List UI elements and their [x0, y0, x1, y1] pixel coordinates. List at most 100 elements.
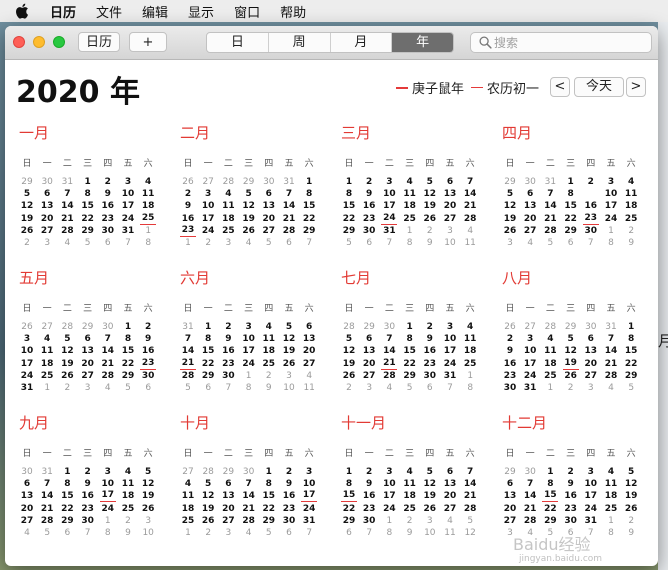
day-cell[interactable]: 27	[522, 225, 538, 237]
day-cell[interactable]: 17	[603, 200, 619, 212]
day-cell[interactable]: 19	[562, 358, 579, 370]
day-cell[interactable]: 27	[583, 370, 599, 382]
day-cell[interactable]: 2	[80, 466, 96, 478]
menu-help[interactable]: 帮助	[280, 2, 306, 21]
day-cell[interactable]: 1	[402, 321, 418, 333]
day-cell[interactable]: 27	[19, 515, 35, 527]
day-cell[interactable]: 15	[623, 345, 639, 357]
day-cell[interactable]: 26	[563, 370, 579, 382]
day-cell-adjacent[interactable]: 5	[341, 237, 357, 249]
day-cell[interactable]: 30	[563, 515, 579, 527]
day-cell[interactable]: 9	[563, 478, 579, 490]
day-cell[interactable]: 9	[140, 333, 156, 345]
day-cell[interactable]: 7	[180, 333, 196, 345]
day-cell[interactable]: 7	[603, 333, 619, 345]
day-cell[interactable]: 30	[220, 370, 236, 382]
day-cell[interactable]: 10	[603, 188, 619, 200]
day-cell[interactable]: 30	[502, 382, 518, 394]
day-cell[interactable]: 7	[381, 333, 397, 345]
day-cell[interactable]: 28	[462, 213, 478, 225]
day-cell[interactable]: 6	[19, 478, 35, 490]
day-cell-adjacent[interactable]: 12	[462, 527, 478, 539]
day-cell-adjacent[interactable]: 1	[241, 370, 257, 382]
day-cell[interactable]: 3	[301, 466, 317, 478]
day-cell-adjacent[interactable]: 7	[442, 382, 458, 394]
day-cell[interactable]: 18	[462, 345, 478, 357]
day-cell[interactable]: 17	[99, 490, 116, 503]
day-cell-adjacent[interactable]: 27	[39, 321, 55, 333]
day-cell[interactable]: 28	[603, 370, 619, 382]
day-cell[interactable]: 22	[200, 358, 216, 370]
day-cell-adjacent[interactable]: 5	[462, 515, 478, 527]
day-cell[interactable]: 31	[19, 382, 35, 394]
day-cell[interactable]: 18	[180, 503, 196, 515]
day-cell[interactable]: 24	[100, 503, 116, 515]
month-title[interactable]: 三月	[341, 122, 371, 143]
day-cell[interactable]: 22	[542, 503, 558, 515]
day-cell[interactable]: 13	[301, 333, 317, 345]
day-cell[interactable]: 5	[563, 333, 579, 345]
day-cell[interactable]: 31	[301, 515, 317, 527]
day-cell-adjacent[interactable]: 3	[422, 515, 438, 527]
day-cell-adjacent[interactable]: 2	[120, 515, 136, 527]
day-cell[interactable]: 14	[100, 345, 116, 357]
day-cell[interactable]: 23	[100, 213, 116, 225]
day-cell[interactable]: 8	[563, 188, 579, 200]
day-cell-adjacent[interactable]: 30	[261, 176, 277, 188]
day-cell[interactable]: 24	[603, 213, 619, 225]
day-cell[interactable]: 6	[361, 333, 377, 345]
day-cell-adjacent[interactable]: 30	[583, 321, 599, 333]
day-cell[interactable]: 23	[502, 370, 518, 382]
day-cell[interactable]: 10	[200, 200, 216, 212]
day-cell-adjacent[interactable]: 6	[59, 527, 75, 539]
day-cell[interactable]: 10	[100, 478, 116, 490]
day-cell-adjacent[interactable]: 26	[502, 321, 518, 333]
day-cell-adjacent[interactable]: 2	[422, 225, 438, 237]
day-cell[interactable]: 21	[241, 503, 257, 515]
day-cell[interactable]: 12	[241, 200, 257, 212]
day-cell[interactable]: 31	[583, 515, 599, 527]
day-cell-adjacent[interactable]: 3	[361, 382, 377, 394]
day-cell[interactable]: 13	[583, 345, 599, 357]
day-cell[interactable]: 26	[19, 225, 35, 237]
day-cell[interactable]: 26	[341, 370, 357, 382]
day-cell[interactable]: 18	[402, 490, 418, 502]
day-cell[interactable]: 3	[200, 188, 216, 200]
day-cell[interactable]: 29	[261, 515, 277, 527]
day-cell-adjacent[interactable]: 26	[180, 176, 196, 188]
day-cell[interactable]: 11	[402, 478, 418, 490]
day-cell-adjacent[interactable]: 6	[281, 237, 297, 249]
tab-month[interactable]: 月	[331, 33, 393, 52]
day-cell-adjacent[interactable]: 6	[140, 382, 156, 394]
day-cell[interactable]: 14	[603, 345, 619, 357]
tab-week[interactable]: 周	[269, 33, 331, 52]
day-cell[interactable]: 10	[381, 478, 397, 490]
day-cell-adjacent[interactable]: 4	[19, 527, 35, 539]
day-cell[interactable]: 14	[542, 200, 558, 212]
day-cell[interactable]: 4	[603, 466, 619, 478]
day-cell-adjacent[interactable]: 1	[603, 515, 619, 527]
day-cell[interactable]: 19	[422, 200, 438, 212]
day-cell[interactable]: 29	[341, 515, 357, 527]
day-cell[interactable]: 11	[402, 188, 418, 200]
day-cell[interactable]: 2	[281, 466, 297, 478]
day-cell[interactable]: 8	[120, 333, 136, 345]
day-cell-adjacent[interactable]: 2	[623, 225, 639, 237]
day-cell-adjacent[interactable]: 7	[301, 237, 317, 249]
day-cell[interactable]: 8	[80, 188, 96, 200]
day-cell[interactable]: 4	[39, 333, 55, 345]
day-cell[interactable]: 15	[341, 200, 357, 212]
day-cell[interactable]: 7	[39, 478, 55, 490]
day-cell[interactable]: 7	[59, 188, 75, 200]
day-cell[interactable]: 22	[261, 503, 277, 515]
day-cell[interactable]: 12	[200, 490, 216, 502]
day-cell[interactable]: 25	[120, 503, 136, 515]
day-cell[interactable]: 15	[402, 345, 418, 357]
day-cell[interactable]: 28	[59, 225, 75, 237]
day-cell-adjacent[interactable]: 1	[462, 370, 478, 382]
day-cell-adjacent[interactable]: 8	[140, 237, 156, 249]
day-cell[interactable]: 2	[140, 321, 156, 333]
day-cell[interactable]: 2	[502, 333, 518, 345]
day-cell[interactable]: 1	[59, 466, 75, 478]
day-cell[interactable]: 29	[563, 225, 579, 237]
